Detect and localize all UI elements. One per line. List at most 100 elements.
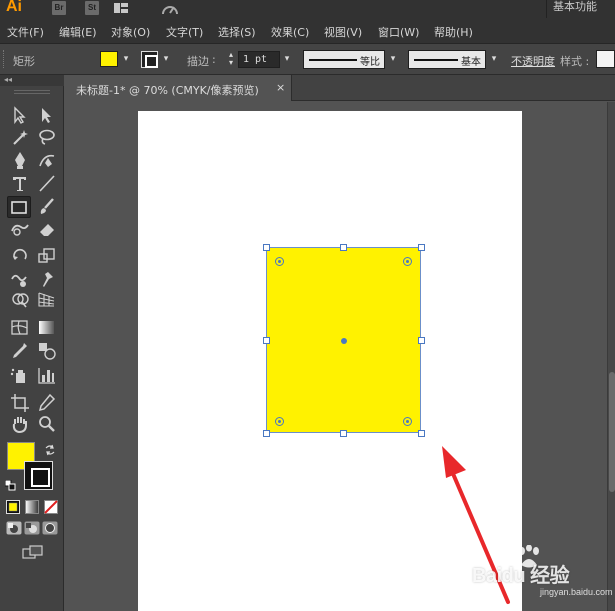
shaper-tool-icon[interactable]: [9, 219, 31, 240]
column-graph-tool-icon[interactable]: [36, 365, 58, 386]
brush-dropdown-arrow[interactable]: ▾: [488, 51, 500, 67]
shape-center-point[interactable]: [341, 338, 347, 344]
bounding-handle-top-center[interactable]: [340, 244, 347, 251]
variable-width-profile[interactable]: 等比: [303, 50, 385, 69]
menu-window[interactable]: 窗口(W): [378, 24, 419, 40]
arrange-documents-icon[interactable]: [114, 3, 128, 13]
hand-tool-icon[interactable]: [9, 414, 31, 435]
stroke-weight-input[interactable]: 1 pt: [238, 51, 280, 68]
selection-tool-icon[interactable]: [9, 105, 31, 126]
line-segment-tool-icon[interactable]: [36, 173, 58, 194]
default-fill-stroke-icon[interactable]: [5, 480, 16, 491]
zoom-tool-icon[interactable]: [36, 414, 58, 435]
document-tab-title: 未标题-1* @ 70% (CMYK/像素预览): [76, 84, 259, 97]
menu-bar: 文件(F) 编辑(E) 对象(O) 文字(T) 选择(S) 效果(C) 视图(V…: [0, 18, 615, 44]
draw-inside-icon[interactable]: [42, 521, 58, 535]
artboard-tool-icon[interactable]: [9, 392, 31, 413]
stroke-label[interactable]: 描边: [187, 53, 209, 69]
graphic-style-swatch[interactable]: [596, 50, 615, 68]
curvature-tool-icon[interactable]: [36, 150, 58, 171]
stroke-weight-stepper[interactable]: ▴ ▾: [224, 51, 238, 68]
change-screen-mode-icon[interactable]: [22, 545, 44, 559]
profile-dropdown-arrow[interactable]: ▾: [387, 51, 399, 67]
swap-fill-stroke-icon[interactable]: [44, 444, 56, 456]
scale-tool-icon[interactable]: [36, 245, 58, 266]
brush-line-preview: [414, 59, 458, 61]
menu-edit[interactable]: 编辑(E): [59, 24, 97, 40]
style-label: 样式 :: [560, 55, 590, 68]
vertical-scrollbar[interactable]: [607, 102, 615, 611]
rectangle-tool-icon[interactable]: [7, 196, 31, 218]
opacity-link[interactable]: 不透明度: [511, 53, 555, 69]
gradient-tool-icon[interactable]: [36, 317, 58, 338]
watermark-url: jingyan.baidu.com: [540, 587, 613, 597]
stock-icon[interactable]: St: [85, 1, 99, 15]
bounding-handle-top-left[interactable]: [263, 244, 270, 251]
bounding-handle-middle-right[interactable]: [418, 337, 425, 344]
control-bar: 矩形 ▾ ▾ 描边 : ▴ ▾ 1 pt ▾ 等比 ▾ 基本 ▾ 不透明度 样式 …: [0, 44, 615, 75]
close-tab-button[interactable]: ×: [276, 81, 285, 94]
live-corner-widget-top-right[interactable]: [403, 257, 412, 266]
stroke-color-swatch[interactable]: [141, 51, 158, 68]
menu-help[interactable]: 帮助(H): [434, 24, 473, 40]
tools-panel-grip[interactable]: [14, 90, 50, 94]
menu-object[interactable]: 对象(O): [111, 24, 150, 40]
gpu-performance-icon[interactable]: [160, 0, 180, 18]
puppet-warp-tool-icon[interactable]: [36, 269, 58, 290]
stroke-dropdown-arrow[interactable]: ▾: [160, 51, 172, 67]
slice-tool-icon[interactable]: [36, 392, 58, 413]
illustrator-window: Ai Br St 基本功能 文件(F) 编辑(E) 对象(O) 文字(T) 选择…: [0, 0, 615, 611]
shape-builder-tool-icon[interactable]: [9, 289, 31, 310]
bounding-handle-bottom-left[interactable]: [263, 430, 270, 437]
menu-effect[interactable]: 效果(C): [271, 24, 309, 40]
tools-panel-collapse[interactable]: ◂◂: [0, 75, 64, 86]
paintbrush-tool-icon[interactable]: [36, 196, 58, 217]
live-corner-widget-top-left[interactable]: [275, 257, 284, 266]
blend-tool-icon[interactable]: [36, 340, 58, 361]
scrollbar-thumb[interactable]: [609, 372, 615, 492]
fill-color-swatch[interactable]: [100, 51, 118, 67]
live-corner-widget-bottom-left[interactable]: [275, 417, 284, 426]
type-tool-icon[interactable]: [9, 173, 31, 194]
app-bar: Ai Br St 基本功能: [0, 0, 615, 18]
bounding-handle-middle-left[interactable]: [263, 337, 270, 344]
draw-normal-icon[interactable]: [6, 521, 22, 535]
document-tab-bar: 未标题-1* @ 70% (CMYK/像素预览) ×: [66, 75, 615, 101]
menu-type[interactable]: 文字(T): [166, 24, 203, 40]
baidu-watermark: Baidu 经验 jingyan.baidu.com: [470, 545, 615, 611]
tools-panel: ◂◂: [0, 75, 64, 611]
bounding-handle-bottom-right[interactable]: [418, 430, 425, 437]
lasso-tool-icon[interactable]: [36, 127, 58, 148]
watermark-brand: Baidu 经验: [472, 559, 570, 588]
bounding-handle-top-right[interactable]: [418, 244, 425, 251]
magic-wand-tool-icon[interactable]: [9, 127, 31, 148]
gradient-mode-icon[interactable]: [25, 500, 39, 514]
rotate-tool-icon[interactable]: [9, 245, 31, 266]
live-corner-widget-bottom-right[interactable]: [403, 417, 412, 426]
eraser-tool-icon[interactable]: [36, 219, 58, 240]
bridge-icon[interactable]: Br: [52, 1, 66, 15]
symbol-sprayer-tool-icon[interactable]: [9, 365, 31, 386]
workspace-switcher[interactable]: 基本功能: [546, 0, 603, 18]
color-mode-icon[interactable]: [6, 500, 20, 514]
brush-definition[interactable]: 基本: [408, 50, 486, 69]
menu-view[interactable]: 视图(V): [324, 24, 362, 40]
bounding-handle-bottom-center[interactable]: [340, 430, 347, 437]
direct-selection-tool-icon[interactable]: [36, 105, 58, 126]
watermark-experience: 经验: [530, 565, 570, 587]
warp-tool-icon[interactable]: [9, 269, 31, 290]
pen-tool-icon[interactable]: [9, 150, 31, 171]
draw-behind-icon[interactable]: [24, 521, 40, 535]
fill-dropdown-arrow[interactable]: ▾: [120, 51, 132, 67]
stroke-weight-dropdown[interactable]: ▾: [281, 51, 293, 67]
menu-select[interactable]: 选择(S): [218, 24, 256, 40]
menu-file[interactable]: 文件(F): [7, 24, 44, 40]
brush-label: 基本: [461, 57, 481, 68]
perspective-grid-tool-icon[interactable]: [36, 289, 58, 310]
document-tab[interactable]: 未标题-1* @ 70% (CMYK/像素预览) ×: [66, 75, 292, 101]
mesh-tool-icon[interactable]: [9, 317, 31, 338]
eyedropper-tool-icon[interactable]: [9, 340, 31, 361]
control-bar-grip[interactable]: [3, 50, 5, 68]
stroke-color-box[interactable]: [24, 461, 53, 490]
none-mode-icon[interactable]: [44, 500, 58, 514]
